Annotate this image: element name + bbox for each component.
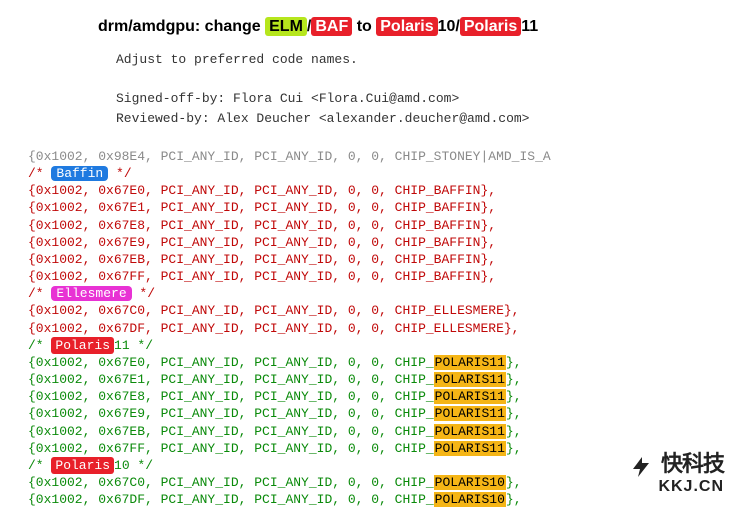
diff-line: {0x1002, 0x67E9, PCI_ANY_ID, PCI_ANY_ID,… [28,234,700,251]
diff-line: {0x1002, 0x67EB, PCI_ANY_ID, PCI_ANY_ID,… [28,423,700,440]
diff-code-block: {0x1002, 0x98E4, PCI_ANY_ID, PCI_ANY_ID,… [28,148,700,508]
signed-off-by: Signed-off-by: Flora Cui <Flora.Cui@amd.… [116,89,700,109]
title-polaris10-num: 10/ [438,18,460,35]
chip-name-highlight: POLARIS11 [434,389,506,404]
diff-line: {0x1002, 0x67DF, PCI_ANY_ID, PCI_ANY_ID,… [28,320,700,337]
codename-pill: Baffin [51,166,108,181]
codename-pill: Polaris [51,337,114,354]
chip-name-highlight: POLARIS11 [434,355,506,370]
lightning-icon [629,455,653,479]
diff-line: {0x1002, 0x67C0, PCI_ANY_ID, PCI_ANY_ID,… [28,474,700,491]
commit-description: Adjust to preferred code names. [116,50,700,70]
diff-line: {0x1002, 0x67DF, PCI_ANY_ID, PCI_ANY_ID,… [28,491,700,508]
chip-name-highlight: POLARIS10 [434,475,506,490]
diff-line: {0x1002, 0x67E1, PCI_ANY_ID, PCI_ANY_ID,… [28,371,700,388]
diff-line: {0x1002, 0x67E0, PCI_ANY_ID, PCI_ANY_ID,… [28,182,700,199]
diff-line: {0x1002, 0x67FF, PCI_ANY_ID, PCI_ANY_ID,… [28,268,700,285]
watermark-caption: 快科技 [661,451,724,476]
chip-name-highlight: POLARIS10 [434,492,506,507]
diff-line: {0x1002, 0x67E1, PCI_ANY_ID, PCI_ANY_ID,… [28,199,700,216]
chip-name-highlight: POLARIS11 [434,372,506,387]
chip-name-highlight: POLARIS11 [434,406,506,421]
diff-line: {0x1002, 0x67E8, PCI_ANY_ID, PCI_ANY_ID,… [28,217,700,234]
diff-line: {0x1002, 0x67FF, PCI_ANY_ID, PCI_ANY_ID,… [28,440,700,457]
title-prefix: drm/amdgpu: change [98,18,265,35]
watermark: 快科技 KKJ.CN [629,453,724,495]
title-polaris11-pill: Polaris [460,17,521,36]
diff-line: /* Polaris11 */ [28,337,700,354]
chip-name-highlight: POLARIS11 [434,441,506,456]
codename-pill: Ellesmere [51,286,131,301]
diff-line: /* Baffin */ [28,165,700,182]
title-elm-pill: ELM [265,17,307,36]
reviewed-by: Reviewed-by: Alex Deucher <alexander.deu… [116,109,700,129]
commit-meta: Adjust to preferred code names. Signed-o… [116,50,700,128]
title-mid: to [352,18,376,35]
diff-line: {0x1002, 0x67E9, PCI_ANY_ID, PCI_ANY_ID,… [28,405,700,422]
commit-title: drm/amdgpu: change ELM/BAF to Polaris10/… [98,18,700,36]
diff-line: {0x1002, 0x67E0, PCI_ANY_ID, PCI_ANY_ID,… [28,354,700,371]
diff-line: /* Ellesmere */ [28,285,700,302]
title-polaris10-pill: Polaris [376,17,437,36]
diff-line: {0x1002, 0x67EB, PCI_ANY_ID, PCI_ANY_ID,… [28,251,700,268]
title-polaris11-num: 11 [521,18,538,35]
diff-line: {0x1002, 0x67E8, PCI_ANY_ID, PCI_ANY_ID,… [28,388,700,405]
diff-line: {0x1002, 0x67C0, PCI_ANY_ID, PCI_ANY_ID,… [28,302,700,319]
chip-name-highlight: POLARIS11 [434,424,506,439]
codename-pill: Polaris [51,457,114,474]
diff-line: {0x1002, 0x98E4, PCI_ANY_ID, PCI_ANY_ID,… [28,148,700,165]
watermark-url: KKJ.CN [658,478,724,495]
title-baf-pill: BAF [311,17,352,36]
diff-line: /* Polaris10 */ [28,457,700,474]
